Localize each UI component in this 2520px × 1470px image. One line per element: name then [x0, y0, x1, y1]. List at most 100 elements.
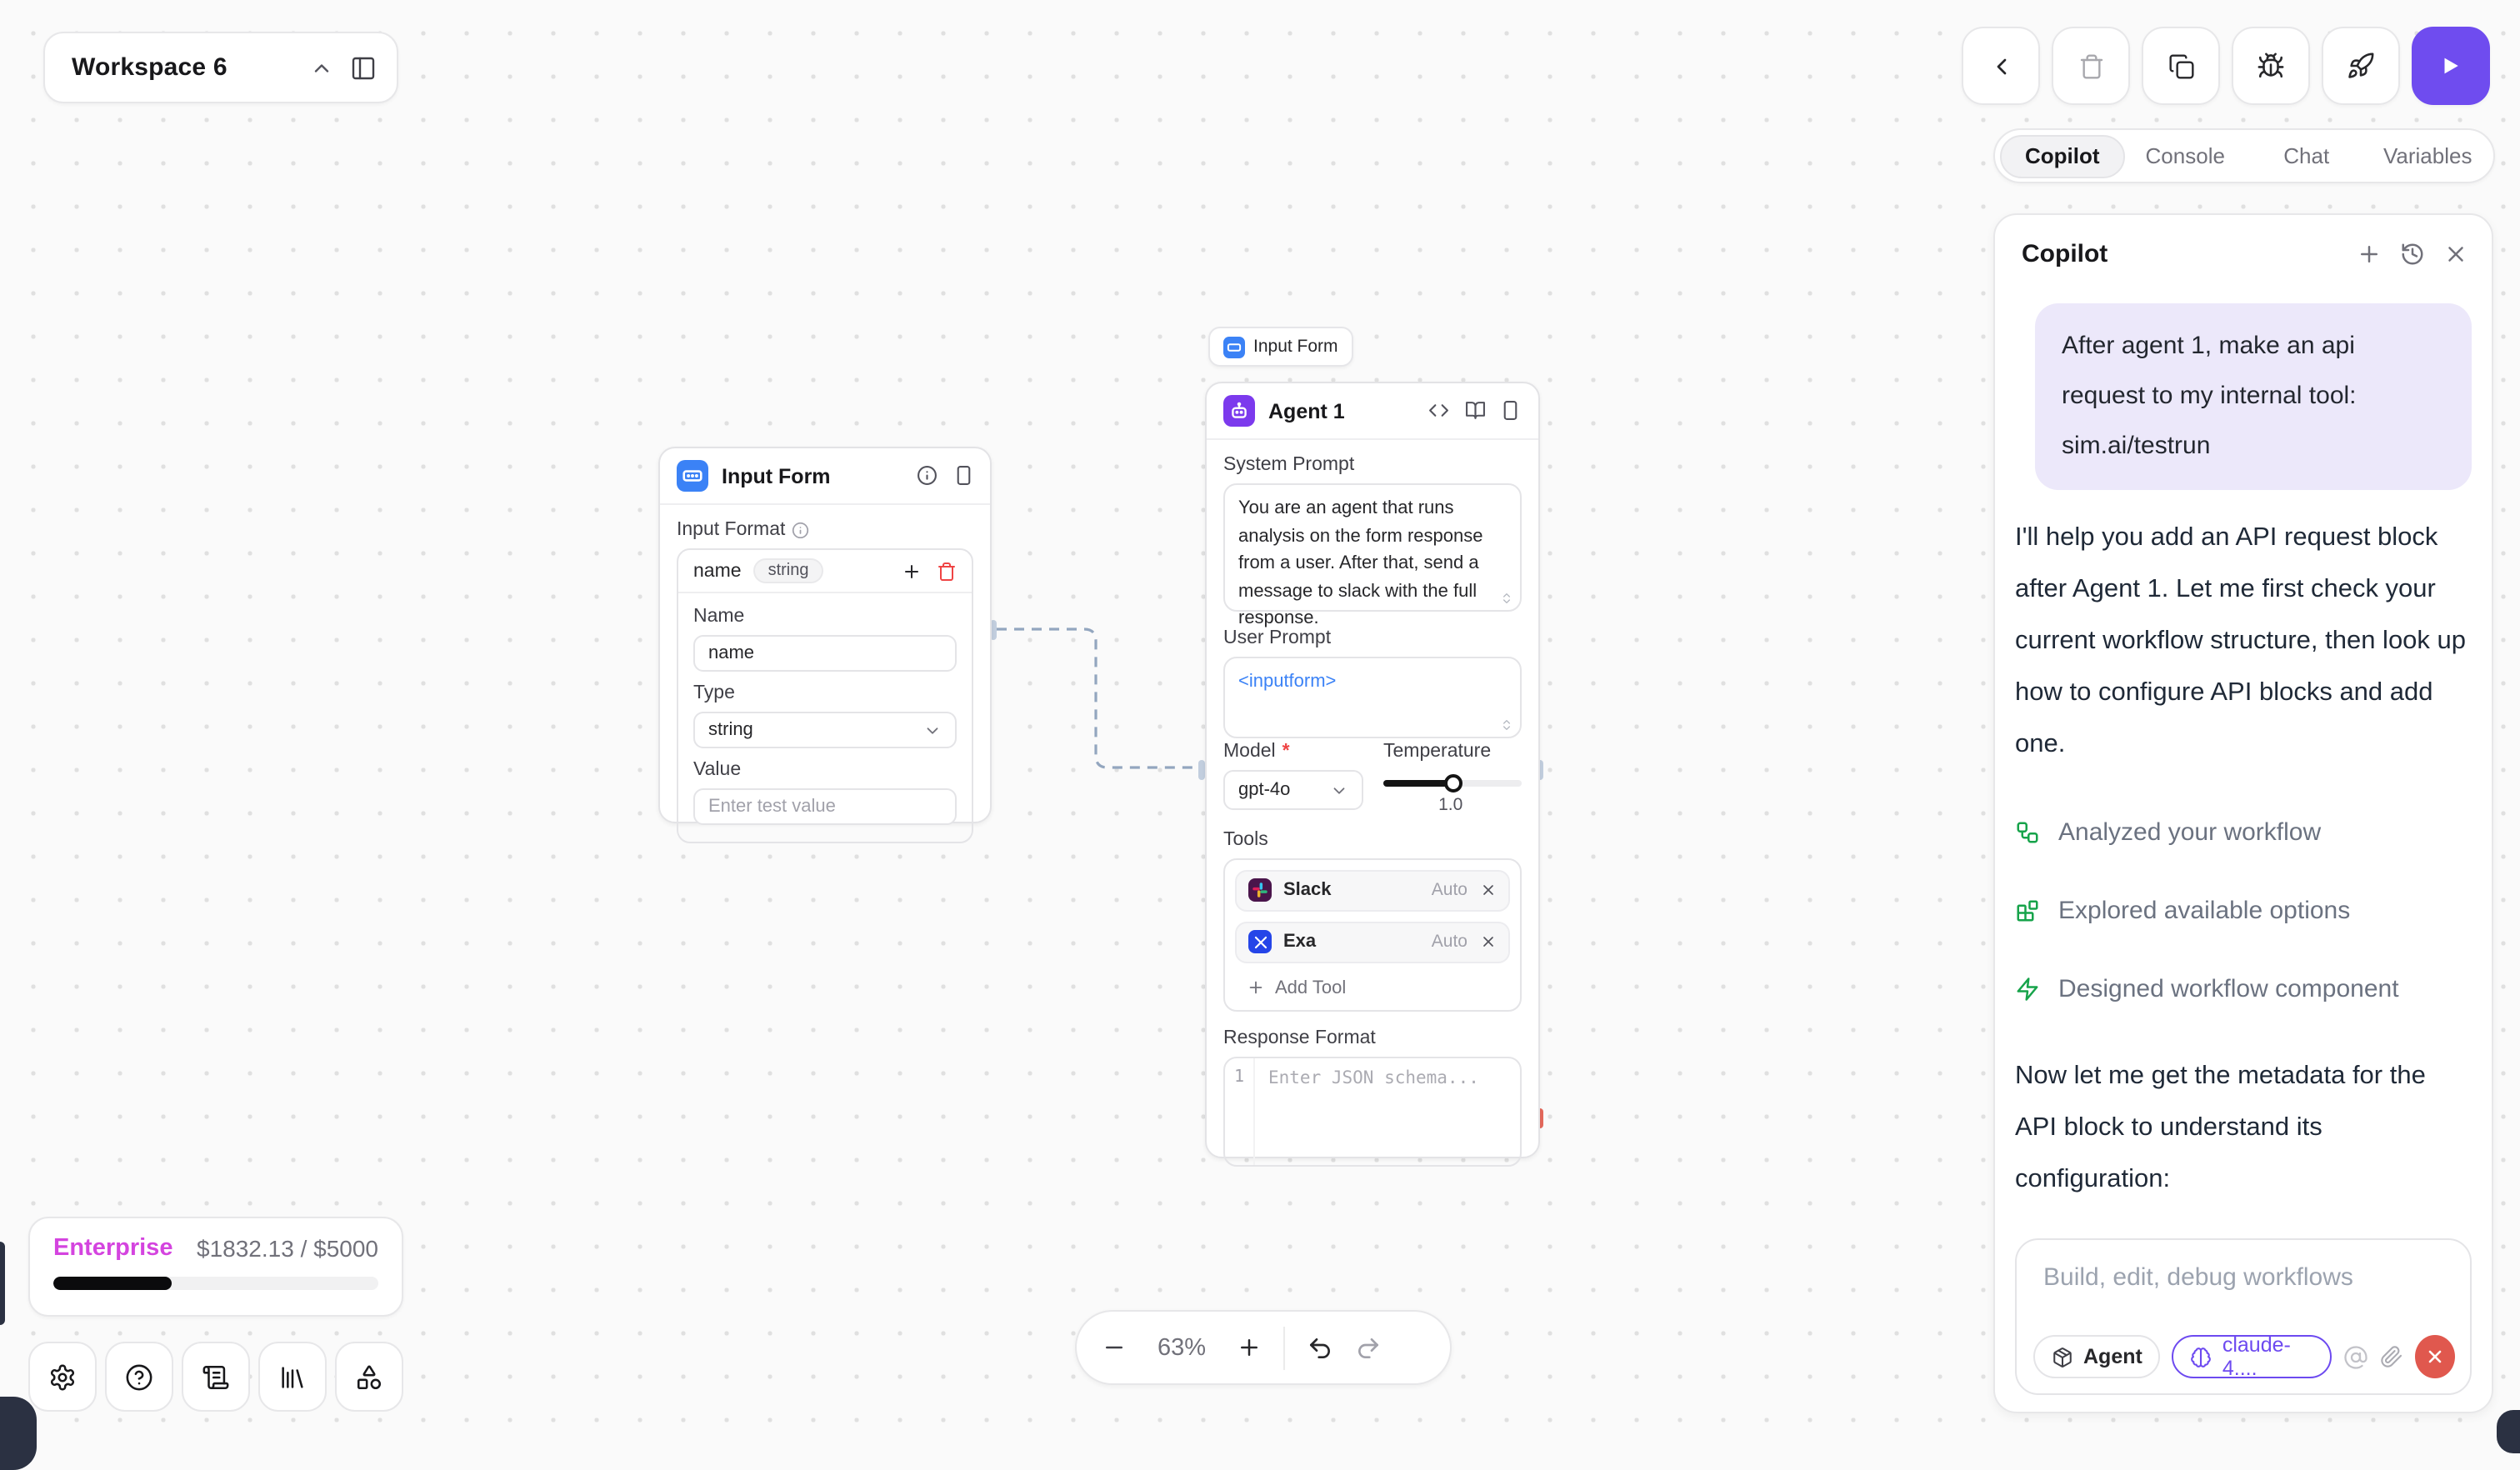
info-icon[interactable]	[917, 466, 938, 487]
tool-mode[interactable]: Auto	[1432, 932, 1468, 952]
agent-node-header[interactable]: Agent 1	[1207, 383, 1538, 440]
usage-card[interactable]: Enterprise $1832.13 / $5000	[28, 1217, 403, 1317]
play-icon	[2438, 53, 2463, 78]
app-stage: Input Form Input Format name string	[0, 0, 2520, 1428]
input-format-box: name string Name name Type string Value	[677, 548, 973, 843]
back-button[interactable]	[1962, 27, 2040, 105]
user-message-bubble: After agent 1, make an api request to my…	[2035, 303, 2472, 490]
name-input[interactable]: name	[693, 635, 957, 672]
agent-input-handle[interactable]	[1198, 760, 1205, 780]
model-pill[interactable]: claude-4....	[2172, 1335, 2332, 1378]
mode-pill[interactable]: Agent	[2033, 1335, 2161, 1378]
add-tool-button[interactable]: Add Tool	[1235, 972, 1509, 999]
workflow-toolbar	[1962, 27, 2490, 105]
bug-icon	[2257, 52, 2285, 80]
resize-icon[interactable]	[1499, 592, 1512, 605]
delete-button[interactable]	[2052, 27, 2130, 105]
tool-row-slack[interactable]: Slack Auto	[1235, 869, 1509, 911]
zoom-level: 63%	[1148, 1334, 1215, 1361]
temperature-value: 1.0	[1438, 794, 1521, 814]
help-icon	[125, 1362, 153, 1391]
workspace-selector[interactable]: Workspace 6	[43, 32, 398, 103]
smartphone-icon[interactable]	[952, 466, 973, 487]
copilot-composer[interactable]: Agent claude-4....	[2015, 1238, 2472, 1395]
blocks-icon	[2015, 898, 2040, 922]
run-button[interactable]	[2412, 27, 2490, 105]
stop-button[interactable]	[2416, 1335, 2456, 1378]
plus-icon	[1247, 978, 1265, 997]
tool-row-exa[interactable]: Exa Auto	[1235, 921, 1509, 962]
tab-console[interactable]: Console	[2125, 134, 2247, 178]
input-form-node[interactable]: Input Form Input Format name string	[658, 447, 992, 823]
assistant-message: I'll help you add an API request block a…	[2015, 512, 2472, 770]
remove-tool-icon[interactable]	[1479, 933, 1496, 950]
agent-node[interactable]: Agent 1 System Prompt You are an agent t…	[1205, 382, 1539, 1158]
undo-icon[interactable]	[1307, 1334, 1333, 1361]
input-format-label: Input Format	[677, 520, 973, 540]
help-button[interactable]	[105, 1342, 173, 1412]
agent-node-title: Agent 1	[1268, 399, 1415, 422]
value-label: Value	[693, 760, 957, 780]
add-field-icon[interactable]	[902, 561, 922, 581]
usage-progress	[53, 1277, 378, 1290]
slack-icon	[1248, 878, 1272, 902]
mention-icon[interactable]	[2344, 1344, 2369, 1369]
temperature-label: Temperature	[1383, 742, 1521, 762]
trash-icon	[2078, 52, 2104, 79]
response-format-editor[interactable]: 1 Enter JSON schema...	[1223, 1056, 1521, 1166]
zoom-out-icon[interactable]	[1102, 1335, 1127, 1360]
name-label: Name	[693, 607, 957, 627]
tab-variables[interactable]: Variables	[2368, 134, 2489, 178]
delete-field-icon[interactable]	[937, 561, 957, 581]
attachment-icon[interactable]	[2381, 1345, 2404, 1368]
response-format-label: Response Format	[1223, 1028, 1521, 1048]
zap-icon	[2015, 976, 2040, 1001]
assistant-message: Now let me get the metadata for the API …	[2015, 1050, 2472, 1205]
tool-mode[interactable]: Auto	[1432, 880, 1468, 900]
new-chat-icon[interactable]	[2357, 242, 2382, 267]
input-form-node-header[interactable]: Input Form	[660, 448, 990, 505]
close-icon[interactable]	[2443, 242, 2468, 267]
code-icon[interactable]	[1428, 401, 1449, 422]
model-select[interactable]: gpt-4o	[1223, 770, 1363, 810]
slider-knob[interactable]	[1444, 774, 1462, 792]
smartphone-icon[interactable]	[1500, 401, 1521, 422]
chevron-up-icon[interactable]	[310, 56, 333, 79]
resize-icon[interactable]	[1499, 718, 1512, 732]
library-button[interactable]	[258, 1342, 327, 1412]
deploy-button[interactable]	[2322, 27, 2400, 105]
user-prompt-textarea[interactable]: <inputform>	[1223, 657, 1521, 738]
type-select[interactable]: string	[693, 712, 957, 748]
bottom-dock	[28, 1342, 403, 1412]
zoom-in-icon[interactable]	[1237, 1335, 1262, 1360]
logs-button[interactable]	[182, 1342, 250, 1412]
input-form-icon	[677, 460, 708, 492]
system-prompt-textarea[interactable]: You are an agent that runs analysis on t…	[1223, 483, 1521, 612]
temperature-slider[interactable]	[1383, 780, 1521, 786]
copy-icon	[2168, 52, 2194, 79]
model-label: Model*	[1223, 742, 1363, 762]
info-icon	[792, 522, 809, 539]
rocket-icon	[2347, 52, 2375, 80]
sidebar-toggle-icon[interactable]	[350, 54, 377, 81]
copilot-input[interactable]	[2040, 1262, 2447, 1293]
tab-copilot[interactable]: Copilot	[2000, 134, 2125, 178]
settings-button[interactable]	[28, 1342, 97, 1412]
incoming-connection-label: Input Form	[1208, 327, 1353, 367]
copilot-panel: Copilot After agent 1, make an api reque…	[1993, 213, 2493, 1413]
chevron-down-icon	[1330, 781, 1348, 799]
remove-tool-icon[interactable]	[1479, 882, 1496, 898]
duplicate-button[interactable]	[2142, 27, 2220, 105]
debug-button[interactable]	[2232, 27, 2310, 105]
redo-icon[interactable]	[1355, 1334, 1382, 1361]
value-input[interactable]: Enter test value	[693, 788, 957, 825]
edge-accent	[0, 1242, 5, 1325]
usage-amount: $1832.13 / $5000	[197, 1235, 378, 1262]
history-icon[interactable]	[2400, 242, 2425, 267]
step-explored-options: Explored available options	[2015, 893, 2472, 927]
scroll-icon	[202, 1362, 230, 1391]
tab-chat[interactable]: Chat	[2246, 134, 2368, 178]
templates-button[interactable]	[335, 1342, 403, 1412]
brain-icon	[2191, 1346, 2212, 1368]
book-open-icon[interactable]	[1464, 401, 1485, 422]
